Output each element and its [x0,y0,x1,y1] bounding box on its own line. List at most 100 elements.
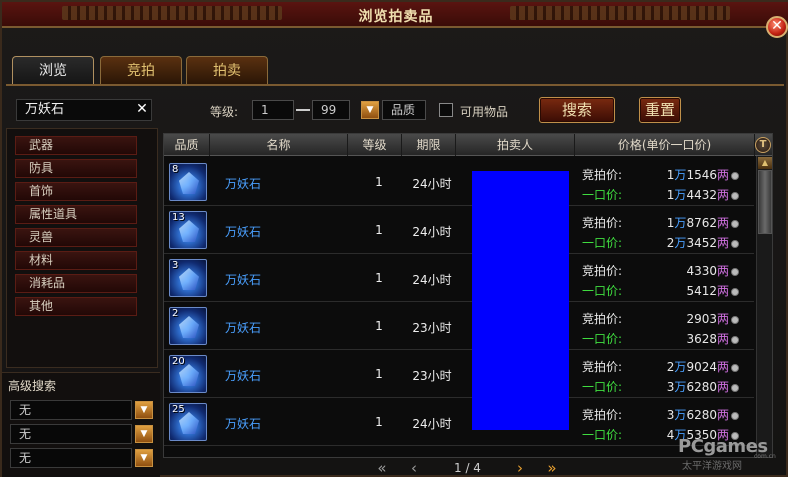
buyout-price: 5412两 [634,282,739,299]
table-row[interactable]: 13 万妖石 1 24小时 竞拍价: 1万8762两 一口价: 2万3452两 [164,206,754,254]
buyout-price-label: 一口价: [582,428,623,442]
tab-browse[interactable]: 浏览 [12,56,94,86]
crystal-icon [179,412,199,434]
advanced-select-2[interactable]: 无 [10,424,132,444]
search-button[interactable]: 搜索 [539,97,615,123]
prev-page-icon[interactable]: ‹ [404,460,424,476]
category-panel: 武器 防具 首饰 属性道具 灵兽 材料 消耗品 其他 [6,128,158,368]
scroll-up-icon[interactable]: ▲ [758,157,772,169]
close-button[interactable]: ✕ [766,16,788,38]
header-level[interactable]: 等级 [348,134,402,156]
seller-column-mask [472,171,569,430]
sort-toggle-icon[interactable]: T [755,137,771,153]
item-name[interactable]: 万妖石 [225,415,261,432]
auction-table: 品质 名称 等级 期限 拍卖人 价格(单价一口价) T 8 万妖石 1 24小时 竞拍价… [163,133,773,458]
chevron-down-icon[interactable]: ▼ [135,401,153,419]
header-duration[interactable]: 期限 [402,134,456,156]
tab-divider [6,84,784,86]
buyout-price: 1万4432两 [634,186,739,203]
advanced-search-panel: 高级搜索 无 ▼ 无 ▼ 无 ▼ [2,372,160,477]
item-duration: 24小时 [412,177,452,191]
item-name[interactable]: 万妖石 [225,223,261,240]
bid-price: 2万9024两 [634,358,739,375]
category-attribute-items[interactable]: 属性道具 [15,205,137,224]
tab-bid[interactable]: 竞拍 [100,56,182,84]
clear-icon[interactable]: ✕ [134,99,150,121]
item-quantity: 8 [172,164,179,175]
watermark-sub: 太平洋游戏网 [682,461,742,472]
bid-price: 1万1546两 [634,166,739,183]
advanced-select-1[interactable]: 无 [10,400,132,420]
item-level: 1 [375,223,383,237]
item-level: 1 [375,415,383,429]
next-page-icon[interactable]: › [510,460,530,476]
first-page-icon[interactable]: « [372,460,392,476]
category-other[interactable]: 其他 [15,297,137,316]
buyout-price-label: 一口价: [582,380,623,394]
buyout-price: 3628两 [634,330,739,347]
reset-button[interactable]: 重置 [639,97,681,123]
scroll-thumb[interactable] [758,170,772,234]
category-materials[interactable]: 材料 [15,251,137,270]
search-input[interactable]: 万妖石 [16,99,152,121]
bid-price-label: 竞拍价: [582,360,623,374]
header-quality[interactable]: 品质 [164,134,210,156]
item-icon[interactable]: 3 [169,259,207,297]
usable-checkbox[interactable] [439,103,453,117]
item-name[interactable]: 万妖石 [225,367,261,384]
header-name[interactable]: 名称 [210,134,348,156]
silver-coin-icon [731,335,739,344]
item-icon[interactable]: 2 [169,307,207,345]
bid-price: 4330两 [634,262,739,279]
advanced-select-3[interactable]: 无 [10,448,132,468]
quality-dropdown-button[interactable]: ▼ [361,101,379,119]
quality-select[interactable]: 品质 [382,100,426,120]
level-min-input[interactable]: 1 [252,100,294,120]
category-jewelry[interactable]: 首饰 [15,182,137,201]
table-scrollbar[interactable]: ▲ [756,156,772,457]
usable-label: 可用物品 [460,105,509,119]
table-row[interactable]: 8 万妖石 1 24小时 竞拍价: 1万1546两 一口价: 1万4432两 [164,158,754,206]
chevron-down-icon[interactable]: ▼ [135,449,153,467]
item-level: 1 [375,271,383,285]
bid-price: 2903两 [634,310,739,327]
category-consumables[interactable]: 消耗品 [15,274,137,293]
level-max-input[interactable]: 99 [312,100,350,120]
item-icon[interactable]: 20 [169,355,207,393]
item-icon[interactable]: 13 [169,211,207,249]
close-icon: ✕ [771,18,783,34]
item-icon[interactable]: 8 [169,163,207,201]
chevron-down-icon[interactable]: ▼ [135,425,153,443]
header-seller[interactable]: 拍卖人 [456,134,575,156]
silver-coin-icon [731,411,739,420]
bid-price-label: 竞拍价: [582,408,623,422]
item-icon[interactable]: 25 [169,403,207,441]
silver-coin-icon [731,239,739,248]
category-weapon[interactable]: 武器 [15,136,137,155]
bid-price-label: 竞拍价: [582,216,623,230]
advanced-search-title: 高级搜索 [8,379,57,393]
item-level: 1 [375,367,383,381]
silver-coin-icon [731,191,739,200]
buyout-price: 2万3452两 [634,234,739,251]
table-row[interactable]: 20 万妖石 1 23小时 竞拍价: 2万9024两 一口价: 3万6280两 [164,350,754,398]
page-indicator: 1 / 4 [454,461,481,475]
bid-price: 1万8762两 [634,214,739,231]
crystal-icon [179,268,199,290]
table-row[interactable]: 3 万妖石 1 24小时 竞拍价: 4330两 一口价: 5412两 [164,254,754,302]
item-duration: 23小时 [412,321,452,335]
last-page-icon[interactable]: » [542,460,562,476]
item-name[interactable]: 万妖石 [225,271,261,288]
category-spirit-beast[interactable]: 灵兽 [15,228,137,247]
table-row[interactable]: 2 万妖石 1 23小时 竞拍价: 2903两 一口价: 3628两 [164,302,754,350]
chevron-down-icon: ▼ [366,105,374,115]
item-name[interactable]: 万妖石 [225,319,261,336]
item-name[interactable]: 万妖石 [225,175,261,192]
tab-sell[interactable]: 拍卖 [186,56,268,84]
bid-price-label: 竞拍价: [582,168,623,182]
category-armor[interactable]: 防具 [15,159,137,178]
item-quantity: 20 [172,356,185,367]
header-price[interactable]: 价格(单价一口价) [575,134,755,156]
silver-coin-icon [731,287,739,296]
table-row[interactable]: 25 万妖石 1 24小时 竞拍价: 3万6280两 一口价: 4万5350两 [164,398,754,446]
